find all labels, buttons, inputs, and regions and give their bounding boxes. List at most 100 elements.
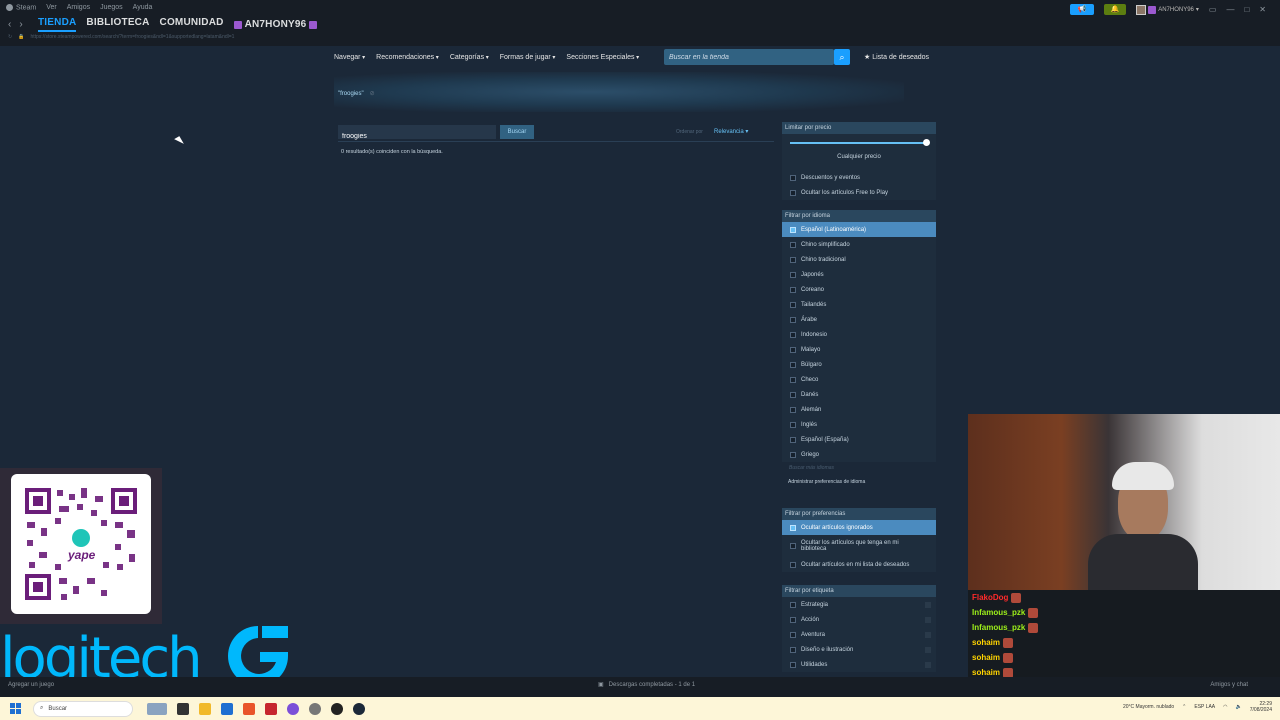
menu-ayuda[interactable]: Ayuda — [133, 4, 153, 11]
settings-icon[interactable] — [309, 702, 321, 715]
display-icon[interactable]: ▭ — [1209, 5, 1217, 14]
maximize-icon[interactable]: □ — [1244, 5, 1249, 14]
language-option[interactable]: Tailandés — [782, 297, 936, 312]
checkbox[interactable] — [790, 331, 796, 338]
keyboard-language[interactable]: ESP LAA — [1194, 704, 1215, 710]
checkbox[interactable] — [790, 271, 796, 278]
tag-option[interactable]: Aventura — [782, 627, 936, 642]
exclude-tag-button[interactable] — [925, 646, 931, 653]
pref-library[interactable]: Ocultar los artículos que tenga en mi bi… — [782, 535, 936, 557]
friends-chat-button[interactable]: Amigos y chat — [1210, 682, 1248, 688]
volume-icon[interactable]: 🔈 — [1236, 704, 1242, 710]
menu-juegos[interactable]: Juegos — [100, 4, 123, 11]
notifications-button[interactable]: 🔔 — [1104, 4, 1127, 15]
language-option[interactable]: Español (España) — [782, 432, 936, 447]
checkbox[interactable] — [790, 189, 796, 196]
checkbox-free-to-play[interactable]: Ocultar los artículos Free to Play — [782, 185, 936, 200]
manage-languages-link[interactable]: Administrar preferencias de idioma — [782, 475, 936, 489]
checkbox[interactable] — [790, 174, 796, 181]
language-option[interactable]: Español (Latinoamérica) — [782, 222, 936, 237]
checkbox[interactable] — [790, 226, 796, 233]
minimize-icon[interactable]: — — [1226, 5, 1234, 14]
tag-option[interactable]: Utilidades — [782, 657, 936, 672]
close-icon[interactable]: ✕ — [1259, 5, 1266, 14]
checkbox[interactable] — [790, 631, 796, 638]
price-slider-handle[interactable] — [923, 139, 930, 146]
chat-username[interactable]: sohaim — [972, 668, 1000, 677]
language-option[interactable]: Indonesio — [782, 327, 936, 342]
forward-arrow-icon[interactable]: › — [19, 19, 22, 30]
task-view-icon[interactable] — [177, 702, 189, 715]
menu-ver[interactable]: Ver — [46, 4, 57, 11]
store-search-button[interactable]: ⌕ — [834, 49, 850, 65]
add-game-button[interactable]: Agregar un juego — [8, 682, 54, 688]
language-option[interactable]: Danés — [782, 387, 936, 402]
language-option[interactable]: Chino tradicional — [782, 252, 936, 267]
windows-start-icon[interactable] — [10, 703, 21, 714]
checkbox[interactable] — [790, 661, 796, 668]
remove-tag-icon[interactable]: ⊘ — [370, 90, 375, 97]
nav-formas-de-jugar[interactable]: Formas de jugar — [500, 54, 556, 61]
price-slider[interactable] — [782, 134, 936, 154]
checkbox[interactable] — [790, 301, 796, 308]
account-menu[interactable]: AN7HONY96 ▾ — [1136, 4, 1199, 15]
language-option[interactable]: Búlgaro — [782, 357, 936, 372]
store-search-input[interactable] — [664, 49, 834, 65]
language-option[interactable]: Coreano — [782, 282, 936, 297]
tab-user-profile[interactable]: AN7HONY96 — [233, 17, 318, 32]
language-option[interactable]: Griego — [782, 447, 936, 462]
tag-option[interactable]: Acción — [782, 612, 936, 627]
language-option[interactable]: Árabe — [782, 312, 936, 327]
checkbox[interactable] — [790, 361, 796, 368]
buscar-button[interactable]: Buscar — [500, 125, 534, 139]
checkbox[interactable] — [790, 286, 796, 293]
checkbox[interactable] — [790, 346, 796, 353]
file-explorer-icon[interactable] — [199, 702, 211, 715]
nav-recomendaciones[interactable]: Recomendaciones — [376, 54, 439, 61]
tab-comunidad[interactable]: COMUNIDAD — [160, 17, 224, 32]
language-option[interactable]: Malayo — [782, 342, 936, 357]
tab-biblioteca[interactable]: BIBLIOTECA — [86, 17, 149, 32]
steam-taskbar-icon[interactable] — [353, 702, 365, 715]
reload-icon[interactable]: ↻ — [8, 34, 12, 40]
language-option[interactable]: Checo — [782, 372, 936, 387]
checkbox[interactable] — [790, 391, 796, 398]
sort-dropdown[interactable]: Relevancia ▾ — [714, 125, 764, 139]
wifi-icon[interactable]: ◠ — [1223, 704, 1227, 710]
checkbox[interactable] — [790, 601, 796, 608]
language-option[interactable]: Chino simplificado — [782, 237, 936, 252]
brave-icon[interactable] — [243, 702, 255, 715]
tag-option[interactable]: Diseño e ilustración — [782, 642, 936, 657]
nav-categorias[interactable]: Categorías — [450, 54, 489, 61]
checkbox[interactable] — [790, 241, 796, 248]
checkbox[interactable] — [790, 421, 796, 428]
checkbox[interactable] — [790, 561, 796, 568]
checkbox[interactable] — [790, 646, 796, 653]
wishlist-link[interactable]: ★ Lista de deseados — [864, 53, 929, 61]
language-option[interactable]: Japonés — [782, 267, 936, 282]
tag-option[interactable]: Estrategia — [782, 597, 936, 612]
checkbox[interactable] — [790, 376, 796, 383]
browser-icon[interactable] — [287, 702, 299, 715]
checkbox-descuentos[interactable]: Descuentos y eventos — [782, 170, 936, 185]
obs-icon[interactable] — [331, 702, 343, 715]
checkbox[interactable] — [790, 616, 796, 623]
video-app-icon[interactable] — [265, 702, 277, 715]
checkbox[interactable] — [790, 256, 796, 263]
taskbar-search[interactable]: ⌕ Buscar — [33, 700, 133, 717]
more-languages-input[interactable]: Buscar más idiomas — [782, 462, 936, 475]
checkbox[interactable] — [790, 406, 796, 413]
chat-username[interactable]: sohaim — [972, 653, 1000, 662]
checkbox[interactable] — [790, 316, 796, 323]
chat-username[interactable]: Infamous_pzk — [972, 608, 1025, 617]
widgets-icon[interactable] — [147, 702, 167, 715]
url-text[interactable]: https://store.steampowered.com/search/?t… — [30, 34, 234, 40]
chat-username[interactable]: FlakoDog — [972, 593, 1008, 602]
pref-wishlist[interactable]: Ocultar artículos en mi lista de deseado… — [782, 557, 936, 572]
tray-chevron-icon[interactable]: ⌃ — [1182, 704, 1186, 710]
back-arrow-icon[interactable]: ‹ — [8, 19, 11, 30]
clock[interactable]: 22:29 7/08/2024 — [1250, 701, 1272, 713]
chat-username[interactable]: sohaim — [972, 638, 1000, 647]
store-icon[interactable] — [221, 702, 233, 715]
checkbox[interactable] — [790, 436, 796, 443]
